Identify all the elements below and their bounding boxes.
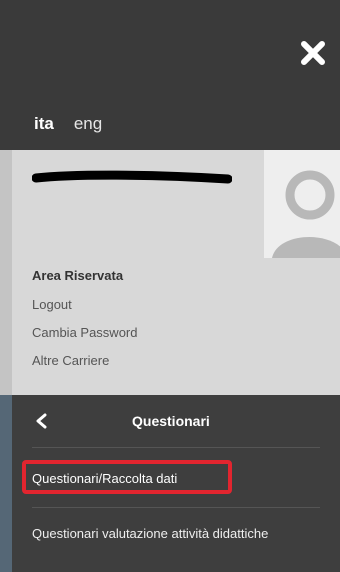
language-switcher: ita eng [0,98,340,150]
close-icon[interactable] [298,38,328,68]
submenu-title: Questionari [132,413,210,429]
divider [32,447,320,448]
language-ita[interactable]: ita [34,114,54,134]
other-careers-link[interactable]: Altre Carriere [32,353,138,368]
avatar [264,150,340,258]
left-stripe [0,150,12,395]
user-links: Area Riservata Logout Cambia Password Al… [32,268,138,381]
chevron-left-icon[interactable] [34,413,48,429]
menu-item-questionari-raccolta[interactable]: Questionari/Raccolta dati [32,471,177,486]
logout-link[interactable]: Logout [32,297,138,312]
divider [32,507,320,508]
area-riservata-title: Area Riservata [32,268,124,283]
user-panel: Area Riservata Logout Cambia Password Al… [12,150,340,395]
change-password-link[interactable]: Cambia Password [32,325,138,340]
top-bar [0,0,340,98]
language-eng[interactable]: eng [74,114,102,134]
menu-item-questionari-valutazione[interactable]: Questionari valutazione attività didatti… [32,525,292,543]
submenu: Questionari Questionari/Raccolta dati Qu… [12,395,340,572]
submenu-header: Questionari [12,395,340,447]
left-stripe-menu [0,395,12,572]
redacted-username [31,170,233,188]
